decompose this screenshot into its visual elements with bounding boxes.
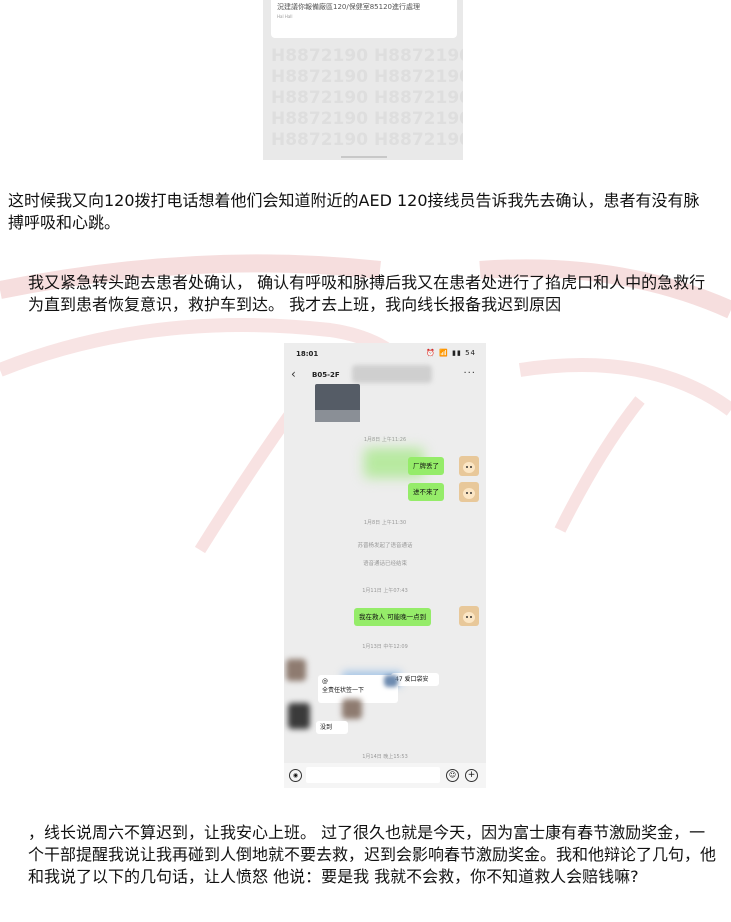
status-icons: ⏰ 📶 ▮▮ 54 [426,349,476,357]
message-input[interactable] [306,767,440,783]
redacted-title [352,365,432,383]
paragraph-3: ，线长说周六不算迟到，让我安心上班。 过了很久也就是今天，因为富士康有春节激励奖… [28,823,717,886]
card-text: 況建議你報備廠區120/保健室85120進行處理 [277,3,420,11]
top-screenshot: 況建議你報備廠區120/保健室85120進行處理 Hal Hall H88721… [263,0,463,160]
redacted-avatar [288,703,310,729]
redacted-avatar [342,699,362,719]
more-icon[interactable]: ··· [463,368,476,379]
message-bubble-white: 没到 [316,721,348,734]
message-text: 全责任状签一下 [322,687,365,694]
timestamp: 1月8日 上午11:26 [363,437,407,443]
back-arrow-icon[interactable]: ‹ [291,367,296,381]
redacted-area [384,675,398,687]
paragraph-1: 这时候我又向120拨打电话想着他们会知道附近的AED 120接线员告诉我先去确认… [8,191,700,232]
paragraph-2: 我又紧急转头跑去患者处确认， 确认有呼吸和脉搏后我又在患者处进行了掐虎口和人中的… [28,273,706,314]
message-bubble: 进不来了 [408,483,444,501]
watermark-line: H8872190 H8872190 [271,67,463,87]
card-small-text: Hal Hall [277,14,293,19]
timestamp: 1月11日 上午07:43 [362,588,408,594]
system-message: 苏晋杨发起了语音通话 [357,543,413,549]
timestamp: 1月13日 中午12:09 [362,644,408,650]
home-indicator [341,156,387,158]
plus-icon[interactable]: + [465,769,478,782]
emoji-icon[interactable]: ☺ [446,769,459,782]
status-time: 18:01 [296,350,319,358]
message-bubble-white: 47 爱口袋安 [391,673,439,686]
chat-screenshot: 18:01 ⏰ 📶 ▮▮ 54 ‹ B05-2F ··· 1月8日 上午11:2… [284,343,486,788]
timestamp: 1月8日 上午11:30 [363,520,407,526]
user-avatar[interactable] [459,456,479,476]
user-avatar[interactable] [459,482,479,502]
chat-header: ‹ B05-2F ··· [284,365,486,387]
user-avatar[interactable] [459,606,479,626]
input-bar: ◉ ☺ + [284,763,486,788]
message-bubble: 厂牌丢了 [408,457,444,475]
system-message: 语音通话已经结束 [362,561,407,567]
watermark-line: H8872190 H8872190 [271,88,463,108]
status-bar: 18:01 ⏰ 📶 ▮▮ 54 [284,343,486,365]
redacted-avatar [286,659,306,681]
chat-title: B05-2F [312,371,340,379]
timestamp: 1月14日 晚上15:53 [362,754,408,760]
watermark-text: H8872190 H8872190 H8872190 H8872190 H887… [271,46,463,151]
voice-icon[interactable]: ◉ [289,769,302,782]
message-bubble: 我在救人 可能晚一点到 [354,608,432,626]
watermark-line: H8872190 H8872190 [271,109,463,129]
watermark-line: H8872190 H8872190 [271,46,463,66]
watermark-line: H8872190 H8872190 [271,130,463,150]
message-card: 況建議你報備廠區120/保健室85120進行處理 Hal Hall [271,0,457,38]
image-message[interactable] [315,384,360,422]
